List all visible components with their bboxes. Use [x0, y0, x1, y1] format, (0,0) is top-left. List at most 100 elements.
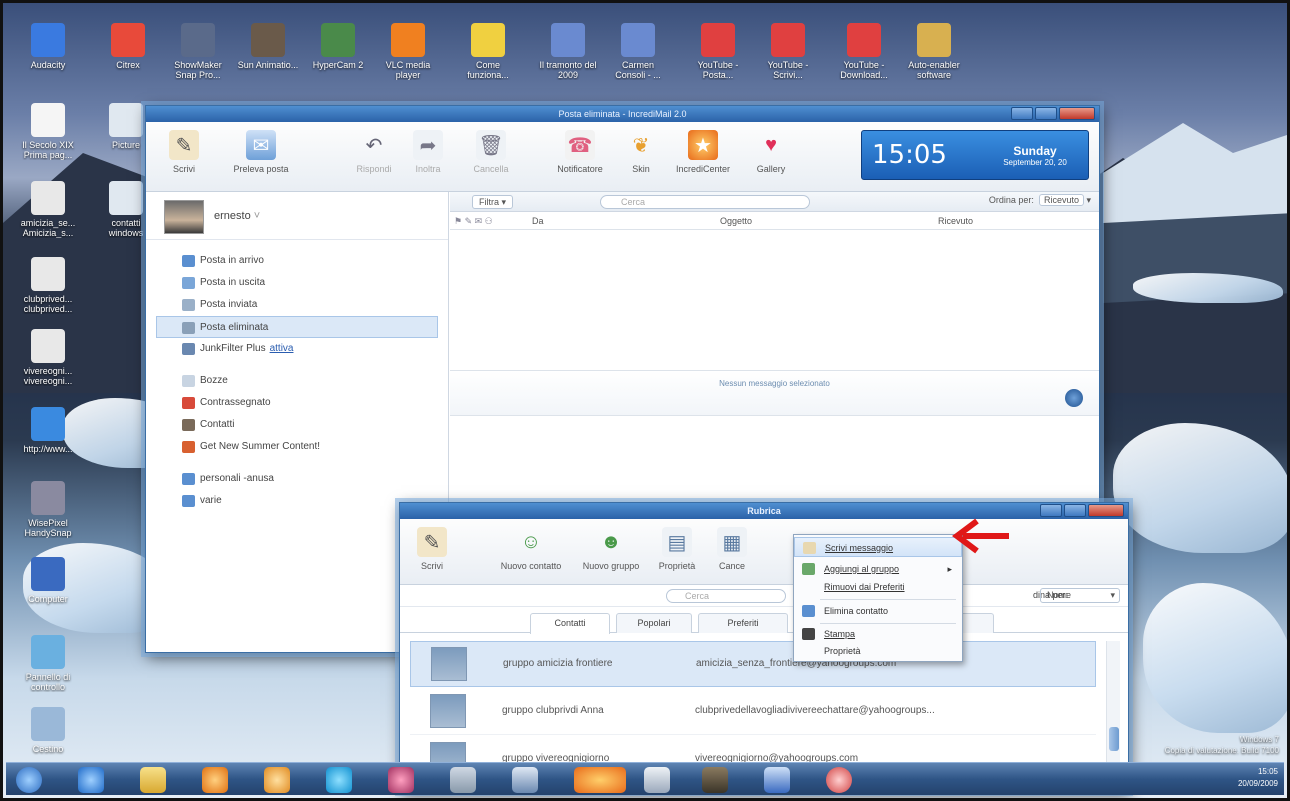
editor-icon[interactable] [764, 767, 790, 793]
desktop-icon-label: Il Secolo XIX Prima pag... [22, 140, 74, 160]
screenshot-icon[interactable] [702, 767, 728, 793]
address-book-window[interactable]: Rubrica ✎ Scrivi ☺ Nuovo contatto ☻ Nuov… [399, 502, 1129, 792]
column-from[interactable]: Da [532, 216, 544, 226]
mail-titlebar[interactable]: Posta eliminata - IncrediMail 2.0 [146, 106, 1099, 122]
sidebar-item-trash[interactable]: Posta eliminata [156, 316, 438, 338]
status-icon[interactable] [1065, 389, 1083, 407]
start-button[interactable] [16, 767, 42, 793]
desktop-vivereogni-icon[interactable]: vivereogni... vivereogni... [17, 329, 79, 386]
sort-dropdown[interactable]: Nome ▾ [1040, 588, 1120, 603]
desktop-youtube-3-icon[interactable]: YouTube - Download... [833, 23, 895, 80]
desktop-vlc-icon[interactable]: VLC media player [377, 23, 439, 80]
desktop-clubprived-icon[interactable]: clubprived... clubprived... [17, 257, 79, 314]
scrollbar-thumb[interactable] [1109, 727, 1119, 751]
menu-item-write-message[interactable]: Scrivi messaggio [794, 537, 962, 557]
contact-row[interactable]: gruppo amicizia frontiere amicizia_senza_… [410, 641, 1096, 687]
delete-contact-button[interactable]: ▦ Cance [712, 527, 752, 571]
desktop-wav-icon[interactable]: Il tramonto del 2009 [537, 23, 599, 80]
maximize-button[interactable] [1064, 504, 1086, 517]
sidebar-item-sent[interactable]: Posta inviata [146, 294, 448, 316]
flag-column-icon[interactable]: ⚑ ✎ ✉ ⚇ [454, 216, 493, 227]
calculator-icon[interactable] [512, 767, 538, 793]
system-tray-clock[interactable]: 15:05 20/09/2009 [1238, 766, 1278, 790]
write-button[interactable]: ✎ Scrivi [164, 130, 204, 174]
printer-icon[interactable] [644, 767, 670, 793]
sidebar-item-junk[interactable]: JunkFilter Plus attiva [146, 338, 448, 360]
account-header[interactable]: ernesto ˅ [146, 192, 448, 240]
menu-item-delete-contact[interactable]: Elimina contatto [794, 601, 962, 621]
sidebar-item-inbox[interactable]: Posta in arrivo [146, 250, 448, 272]
menu-item-add-to-group[interactable]: Aggiungi al gruppo ▸ [794, 559, 962, 579]
properties-button[interactable]: ▤ Proprietà [650, 527, 704, 571]
paint-icon[interactable] [388, 767, 414, 793]
notifier-button[interactable]: ☎ Notificatore [550, 130, 610, 174]
account-name[interactable]: ernesto ˅ [214, 210, 260, 222]
desktop-wisepixel-icon[interactable]: WisePixel HandySnap [17, 481, 79, 538]
minimize-button[interactable] [1011, 107, 1033, 120]
addressbook-titlebar[interactable]: Rubrica [400, 503, 1128, 519]
incredicenter-button[interactable]: ★ IncrediCenter [668, 130, 738, 174]
filter-button[interactable]: Filtra ▾ [472, 195, 514, 209]
folder-icon[interactable] [140, 767, 166, 793]
messenger-icon[interactable] [264, 767, 290, 793]
reply-button[interactable]: ↶ Rispondi [349, 130, 399, 175]
write-button[interactable]: ✎ Scrivi [412, 527, 452, 571]
skype-icon[interactable] [326, 767, 352, 793]
desktop-mp3-icon[interactable]: Carmen Consoli - ... [607, 23, 669, 80]
desktop-icon-label: vivereogni... vivereogni... [23, 366, 73, 386]
delete-button[interactable]: 🗑 Cancella [468, 130, 514, 174]
sidebar-item-outbox[interactable]: Posta in uscita [146, 272, 448, 294]
column-received[interactable]: Ricevuto [938, 216, 973, 226]
desktop-snapshot-icon[interactable]: ShowMaker Snap Pro... [167, 23, 229, 80]
desktop-document-icon[interactable]: Il Secolo XIX Prima pag... [17, 103, 79, 160]
desktop-shortcut-amicizia-icon[interactable]: amicizia_se... Amicizia_s... [17, 181, 79, 238]
youtube-3-icon [847, 23, 881, 57]
junkfilter-activate-link[interactable]: attiva [270, 343, 294, 354]
sidebar-item-flag[interactable]: Contrassegnato [146, 392, 448, 414]
contact-row[interactable]: gruppo clubprivdi Anna clubprivedellavogl… [410, 689, 1096, 735]
receive-mail-button[interactable]: ✉ Preleva posta [218, 130, 304, 174]
minimize-button[interactable] [1040, 504, 1062, 517]
desktop-computer-icon[interactable]: Computer [17, 557, 79, 614]
network-icon[interactable] [450, 767, 476, 793]
menu-item-properties[interactable]: Proprietà [794, 641, 962, 661]
sidebar-item-folder-personal[interactable]: personali -anusa [146, 468, 448, 490]
desktop-youtube-1-icon[interactable]: YouTube - Posta... [687, 23, 749, 80]
forward-button[interactable]: ➦ Inoltra [408, 130, 448, 174]
sidebar-item-summer[interactable]: Get New Summer Content! [146, 436, 448, 458]
tab-contatti[interactable]: Contatti [530, 613, 610, 634]
column-subject[interactable]: Oggetto [720, 216, 752, 226]
desktop-hypercam-icon[interactable]: HyperCam 2 [307, 23, 369, 80]
menu-item-remove-favorites[interactable]: Rimuovi dai Preferiti [794, 577, 962, 597]
desktop-recycle-bin-icon[interactable]: Cestino [17, 707, 79, 764]
desktop-control-panel-icon[interactable]: Pannello di controllo [17, 635, 79, 692]
desktop-video-icon[interactable]: Sun Animatio... [237, 23, 299, 80]
sidebar-item-drafts[interactable]: Bozze [146, 370, 448, 392]
desktop-citrex-icon[interactable]: Citrex [97, 23, 159, 80]
tab-popolari[interactable]: Popolari [616, 613, 692, 633]
new-group-button[interactable]: ☻ Nuovo gruppo [576, 527, 646, 572]
maximize-button[interactable] [1035, 107, 1057, 120]
desktop-icon-label: YouTube - Download... [840, 60, 888, 80]
app-icon[interactable] [826, 767, 852, 793]
sort-control[interactable]: Ordina per: Ricevuto ▾ [989, 194, 1091, 206]
tab-preferiti[interactable]: Preferiti [698, 613, 788, 633]
ie-icon[interactable] [78, 767, 104, 793]
media-player-icon[interactable] [202, 767, 228, 793]
gallery-button[interactable]: ♥ Gallery [746, 130, 796, 175]
new-contact-icon: ☺ [520, 530, 542, 553]
close-button[interactable] [1059, 107, 1095, 120]
close-button[interactable] [1088, 504, 1124, 517]
sidebar-item-contacts[interactable]: Contatti [146, 414, 448, 436]
desktop-shortcut-1-icon[interactable]: Come funziona... [457, 23, 519, 80]
desktop-folder-icon[interactable]: Auto-enabler software [903, 23, 965, 80]
envelope-icon: ✉ [246, 130, 276, 160]
search-input[interactable]: Cerca [600, 195, 810, 209]
search-input[interactable]: Cerca [666, 589, 786, 603]
incredimail-taskbar-icon[interactable] [574, 767, 626, 793]
skin-button[interactable]: ❦ Skin [626, 130, 656, 175]
new-contact-button[interactable]: ☺ Nuovo contatto [496, 527, 566, 572]
desktop-audacity-icon[interactable]: Audacity [17, 23, 79, 80]
desktop-ie-icon[interactable]: http://www... [17, 407, 79, 464]
desktop-youtube-2-icon[interactable]: YouTube - Scrivi... [757, 23, 819, 80]
